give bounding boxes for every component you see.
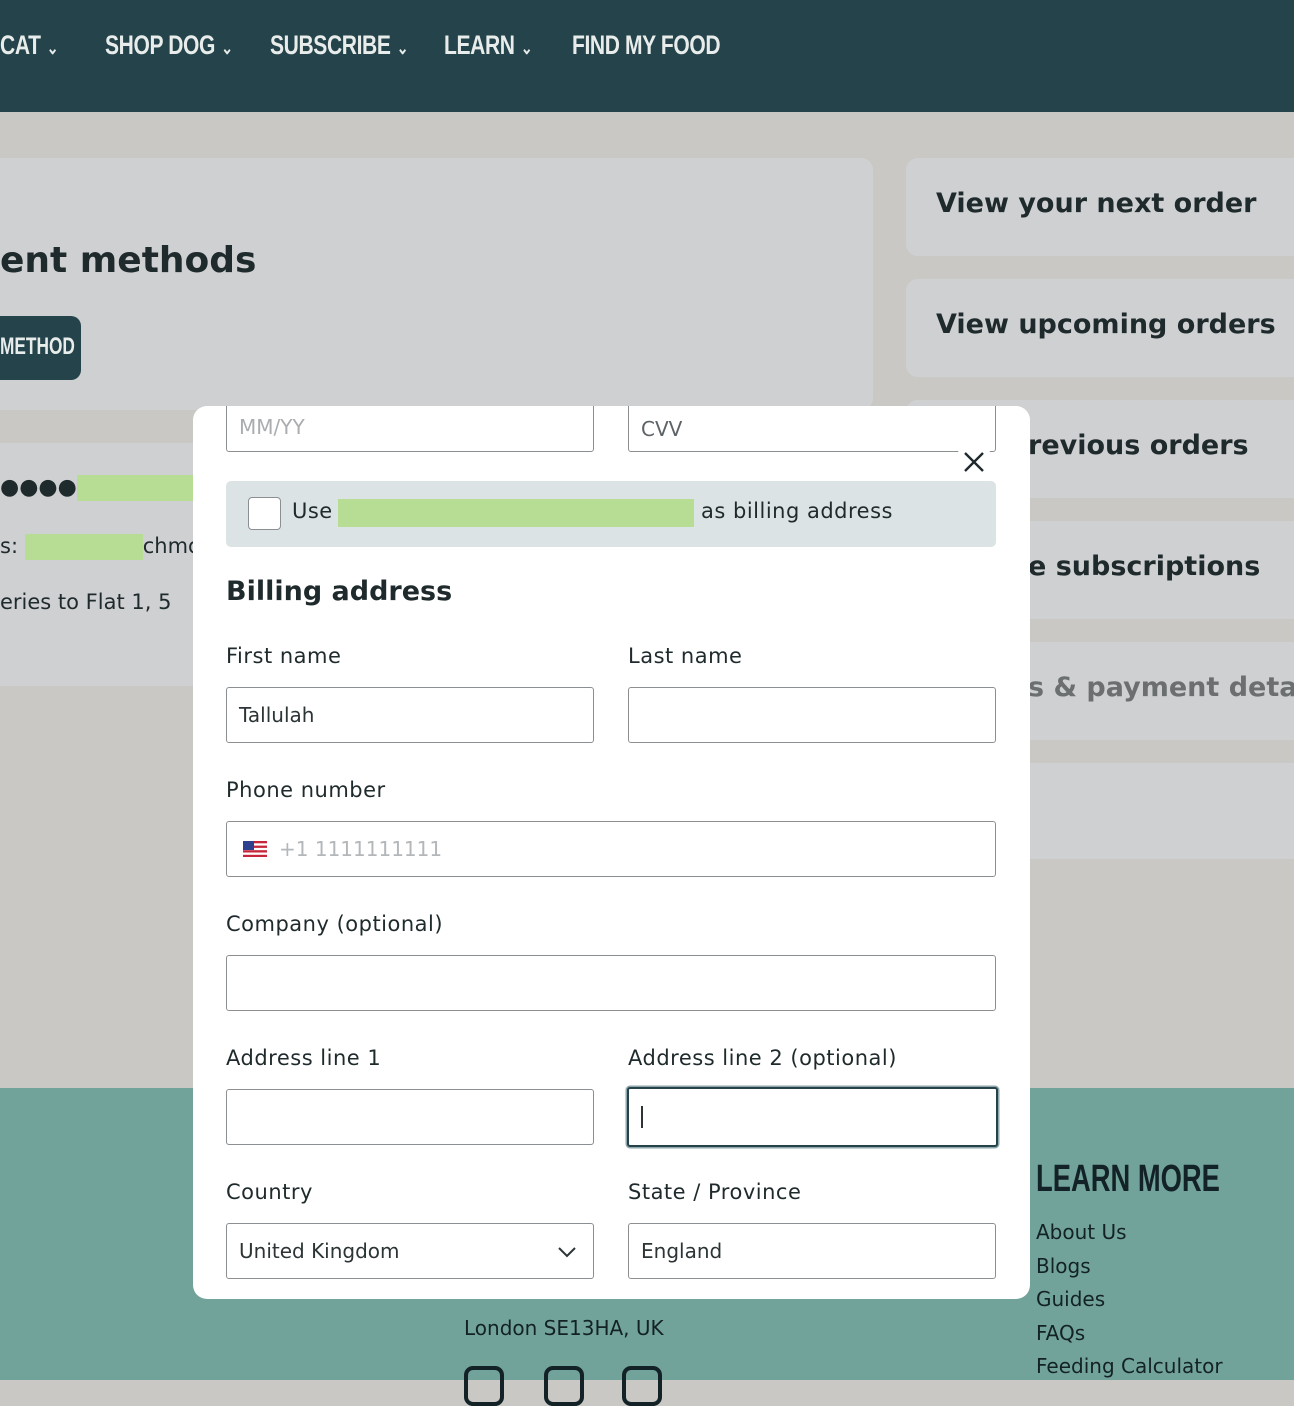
footer-link-guides[interactable]: Guides bbox=[1036, 1283, 1223, 1317]
nav-label: SUBSCRIBE bbox=[270, 30, 391, 60]
chevron-down-icon: ⌄ bbox=[221, 38, 233, 58]
sidebar-item-label: View your next order bbox=[936, 188, 1257, 219]
top-nav: CAT ⌄ SHOP DOG ⌄ SUBSCRIBE ⌄ LEARN ⌄ FIND MY… bbox=[0, 0, 1294, 112]
nav-label: SHOP DOG bbox=[105, 30, 216, 60]
us-flag-icon[interactable] bbox=[243, 841, 267, 857]
state-field[interactable]: England bbox=[628, 1223, 996, 1279]
instagram-icon[interactable] bbox=[622, 1366, 662, 1406]
email-prefix: s: bbox=[0, 534, 19, 558]
company-field[interactable] bbox=[226, 955, 996, 1011]
page-title: ent methods bbox=[0, 240, 257, 281]
chevron-down-icon bbox=[558, 1247, 576, 1258]
expiry-placeholder: MM/YY bbox=[239, 415, 305, 439]
nav-item-find-my-food[interactable]: FIND MY FOOD bbox=[572, 30, 721, 61]
footer-link-feeding-calculator[interactable]: Feeding Calculator bbox=[1036, 1350, 1223, 1384]
facebook-icon[interactable] bbox=[464, 1366, 504, 1406]
nav-item-subscribe[interactable]: SUBSCRIBE ⌄ bbox=[270, 30, 409, 61]
first-name-label: First name bbox=[226, 644, 342, 668]
address-line-2-label: Address line 2 (optional) bbox=[628, 1046, 897, 1070]
use-prefix: Use bbox=[292, 499, 333, 523]
payment-methods-panel: ent methods METHOD bbox=[0, 158, 873, 410]
state-label: State / Province bbox=[628, 1180, 802, 1204]
address-line-1-field[interactable] bbox=[226, 1089, 594, 1145]
chevron-down-icon: ⌄ bbox=[396, 38, 409, 58]
country-label: Country bbox=[226, 1180, 313, 1204]
nav-label: CAT bbox=[0, 30, 41, 60]
billing-address-title: Billing address bbox=[226, 576, 453, 607]
last-name-label: Last name bbox=[628, 644, 743, 668]
chevron-down-icon: ⌄ bbox=[46, 38, 59, 58]
phone-label: Phone number bbox=[226, 778, 386, 802]
phone-placeholder: +1 1111111111 bbox=[279, 837, 443, 861]
close-button[interactable] bbox=[955, 443, 993, 481]
first-name-value: Tallulah bbox=[239, 703, 315, 727]
company-label: Company (optional) bbox=[226, 912, 444, 936]
use-as-billing-row[interactable]: Use as billing address bbox=[226, 481, 996, 547]
nav-item-shop-dog[interactable]: SHOP DOG ⌄ bbox=[105, 30, 233, 61]
first-name-field[interactable]: Tallulah bbox=[226, 687, 594, 743]
sidebar-item-label: revious orders bbox=[1028, 430, 1249, 461]
chevron-down-icon: ⌄ bbox=[520, 38, 533, 58]
use-suffix: as billing address bbox=[701, 499, 893, 523]
address-line-1-label: Address line 1 bbox=[226, 1046, 382, 1070]
billing-modal: MM/YY CVV Use as billing address Billing… bbox=[193, 406, 1030, 1299]
footer-address: London SE13HA, UK bbox=[464, 1316, 664, 1340]
footer-links: About Us Blogs Guides FAQs Feeding Calcu… bbox=[1036, 1216, 1223, 1384]
country-value: United Kingdom bbox=[239, 1239, 400, 1263]
button-label: METHOD bbox=[0, 333, 75, 360]
card-email: s: chmo bbox=[0, 534, 201, 560]
nav-item-cat[interactable]: CAT ⌄ bbox=[0, 30, 59, 61]
add-payment-method-button[interactable]: METHOD bbox=[0, 316, 81, 380]
expiry-input[interactable]: MM/YY bbox=[226, 406, 594, 452]
card-number: ●●●●2 bbox=[0, 475, 209, 501]
deliveries-text: eries to Flat 1, 5 bbox=[0, 590, 172, 614]
state-value: England bbox=[641, 1239, 723, 1263]
tiktok-icon[interactable] bbox=[544, 1366, 584, 1406]
redacted-block bbox=[76, 475, 195, 501]
redacted-block bbox=[24, 534, 143, 560]
nav-label: FIND MY FOOD bbox=[572, 30, 721, 60]
nav-item-learn[interactable]: LEARN ⌄ bbox=[444, 30, 533, 61]
card-dots: ●●●● bbox=[0, 475, 77, 500]
nav-label: LEARN bbox=[444, 30, 515, 60]
cvv-input[interactable]: CVV bbox=[628, 406, 996, 452]
sidebar-item-label: s & payment details bbox=[1028, 672, 1294, 703]
sidebar-item-label: e subscriptions bbox=[1028, 551, 1261, 582]
phone-field[interactable]: +1 1111111111 bbox=[226, 821, 996, 877]
cvv-placeholder: CVV bbox=[641, 417, 683, 441]
footer-link-blogs[interactable]: Blogs bbox=[1036, 1250, 1223, 1284]
country-select[interactable]: United Kingdom bbox=[226, 1223, 594, 1279]
sidebar-item-next-order[interactable]: View your next order bbox=[906, 158, 1294, 256]
use-as-billing-checkbox[interactable] bbox=[248, 497, 281, 530]
close-icon bbox=[964, 452, 984, 472]
footer-learn-more-title: LEARN MORE bbox=[1036, 1158, 1220, 1200]
redacted-block bbox=[338, 499, 694, 527]
footer-link-about[interactable]: About Us bbox=[1036, 1216, 1223, 1250]
text-cursor bbox=[641, 1106, 643, 1128]
address-line-2-field[interactable] bbox=[627, 1087, 998, 1147]
sidebar-item-upcoming-orders[interactable]: View upcoming orders bbox=[906, 279, 1294, 377]
last-name-field[interactable] bbox=[628, 687, 996, 743]
footer-link-faqs[interactable]: FAQs bbox=[1036, 1317, 1223, 1351]
sidebar-item-label: View upcoming orders bbox=[936, 309, 1276, 340]
